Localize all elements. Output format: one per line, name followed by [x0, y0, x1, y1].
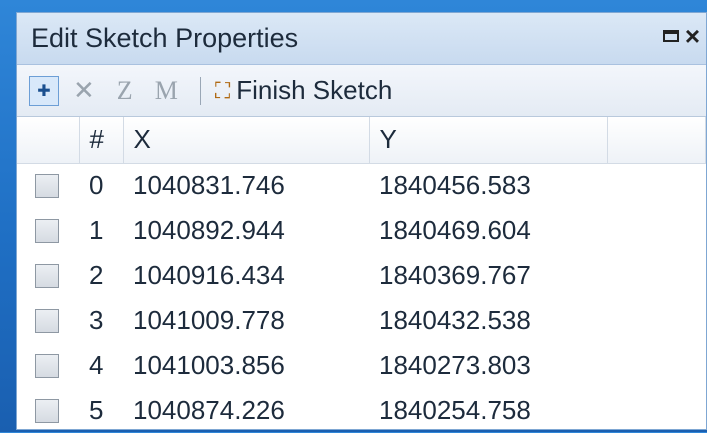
- close-icon[interactable]: ×: [685, 23, 700, 49]
- table-row[interactable]: 3 1041009.778 1840432.538: [17, 298, 706, 343]
- table-row[interactable]: 1 1040892.944 1840469.604: [17, 208, 706, 253]
- panel-titlebar[interactable]: Edit Sketch Properties ×: [17, 13, 706, 65]
- header-filler: [607, 117, 706, 164]
- table-row[interactable]: 2 1040916.434 1840369.767: [17, 253, 706, 298]
- row-y[interactable]: 1840469.604: [369, 208, 607, 253]
- vertex-tool-icon[interactable]: ✚: [29, 75, 59, 106]
- row-index: 5: [89, 395, 104, 425]
- header-x[interactable]: X: [123, 117, 370, 164]
- z-values-button[interactable]: Z: [117, 76, 133, 106]
- row-y[interactable]: 1840254.758: [369, 388, 607, 433]
- table-header-row: # X Y: [17, 117, 706, 164]
- title-buttons: ×: [662, 23, 700, 49]
- row-index: 4: [89, 350, 104, 380]
- finish-sketch-icon: ⛶: [214, 77, 231, 103]
- m-values-button[interactable]: M: [155, 76, 178, 106]
- row-checkbox[interactable]: [35, 308, 59, 333]
- table-row[interactable]: 5 1040874.226 1840254.758: [17, 388, 706, 433]
- row-y[interactable]: 1840432.538: [369, 298, 607, 343]
- row-index: 1: [89, 215, 104, 245]
- panel-title: Edit Sketch Properties: [31, 23, 299, 53]
- toolbar-separator: [199, 76, 201, 105]
- finish-sketch-button[interactable]: ⛶ Finish Sketch: [215, 75, 392, 106]
- row-index: 0: [89, 170, 104, 201]
- row-index: 2: [89, 260, 104, 290]
- row-x[interactable]: 1041003.856: [123, 343, 369, 388]
- row-x[interactable]: 1040874.226: [123, 388, 369, 433]
- row-y[interactable]: 1840273.803: [369, 343, 607, 388]
- row-checkbox[interactable]: [35, 263, 59, 288]
- row-x[interactable]: 1040892.944: [123, 208, 369, 253]
- row-x[interactable]: 1041009.778: [123, 298, 369, 343]
- vertex-table: # X Y 0 1040831.746 1840456.583 1 104089…: [17, 117, 706, 433]
- restore-icon[interactable]: [662, 30, 679, 42]
- header-y[interactable]: Y: [369, 117, 608, 164]
- row-checkbox[interactable]: [35, 173, 59, 198]
- sketch-toolbar: ✚ ✕ Z M ⛶ Finish Sketch: [17, 65, 706, 117]
- table-row[interactable]: 0 1040831.746 1840456.583: [17, 163, 706, 208]
- row-checkbox[interactable]: [35, 353, 59, 378]
- row-index: 3: [89, 305, 104, 335]
- row-x[interactable]: 1040831.746: [123, 163, 369, 208]
- header-select: [17, 117, 80, 164]
- row-checkbox[interactable]: [35, 218, 59, 243]
- delete-vertex-button[interactable]: ✕: [73, 76, 95, 106]
- row-checkbox[interactable]: [35, 398, 59, 423]
- row-y[interactable]: 1840456.583: [369, 163, 607, 208]
- table-row[interactable]: 4 1041003.856 1840273.803: [17, 343, 706, 388]
- edit-sketch-properties-panel: Edit Sketch Properties × ✚ ✕ Z M ⛶ Finis…: [16, 12, 707, 430]
- row-y[interactable]: 1840369.767: [369, 253, 607, 298]
- finish-sketch-label: Finish Sketch: [236, 75, 393, 105]
- header-index[interactable]: #: [79, 117, 124, 164]
- row-x[interactable]: 1040916.434: [123, 253, 369, 298]
